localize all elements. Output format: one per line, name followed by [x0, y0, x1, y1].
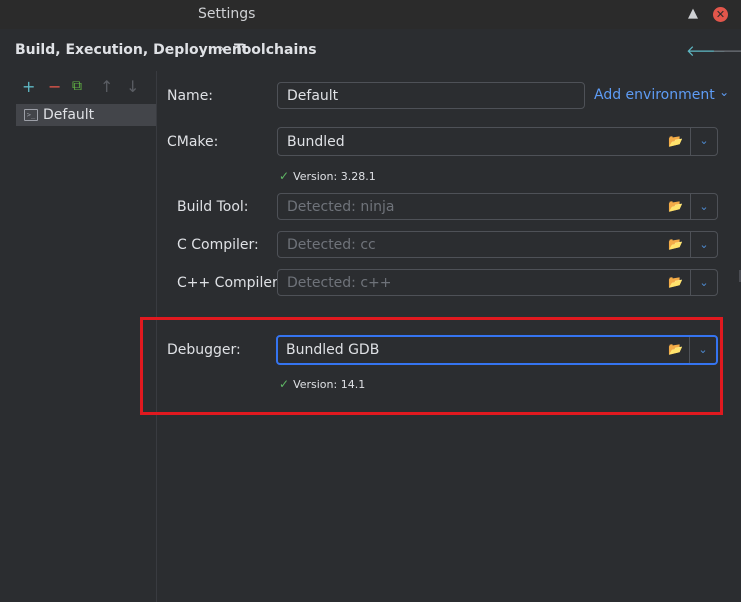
- folder-icon[interactable]: 📂: [668, 134, 683, 148]
- folder-icon[interactable]: 📂: [668, 199, 683, 213]
- dropdown-arrow-icon[interactable]: ⌄: [690, 194, 717, 219]
- build-tool-combo[interactable]: Detected: ninja 📂 ⌄: [277, 193, 718, 220]
- cmake-label: CMake:: [167, 134, 219, 150]
- add-environment-label: Add environment: [594, 87, 715, 103]
- build-tool-label: Build Tool:: [177, 199, 249, 215]
- name-field-value: Default: [287, 88, 339, 104]
- name-field[interactable]: Default: [277, 82, 585, 109]
- folder-icon[interactable]: 📂: [668, 237, 683, 251]
- c-compiler-combo[interactable]: Detected: cc 📂 ⌄: [277, 231, 718, 258]
- breadcrumb: Build, Execution, Deployment › Toolchain…: [0, 29, 741, 71]
- c-compiler-placeholder: Detected: cc: [287, 237, 376, 253]
- add-icon[interactable]: +: [22, 77, 35, 96]
- check-icon: ✓: [279, 377, 290, 391]
- cmake-combo-value: Bundled: [287, 134, 345, 150]
- window-title: Settings: [198, 6, 256, 22]
- move-up-icon[interactable]: ↑: [100, 77, 113, 96]
- toolchain-list-panel: + − ⧉ ↑ ↓ >_ Default: [15, 71, 157, 602]
- minimize-icon[interactable]: ▲: [688, 6, 698, 21]
- breadcrumb-separator-icon: ›: [219, 41, 225, 57]
- move-down-icon[interactable]: ↓: [126, 77, 139, 96]
- cpp-compiler-label: C++ Compiler:: [177, 275, 283, 291]
- debugger-label: Debugger:: [167, 342, 241, 358]
- terminal-icon: >_: [24, 109, 38, 121]
- toolchain-list-item-label: Default: [43, 107, 95, 123]
- c-compiler-label: C Compiler:: [177, 237, 259, 253]
- dropdown-arrow-icon[interactable]: ⌄: [689, 337, 716, 363]
- check-icon: ✓: [279, 169, 290, 183]
- dropdown-arrow-icon[interactable]: ⌄: [690, 232, 717, 257]
- dropdown-arrow-icon[interactable]: ⌄: [690, 128, 717, 155]
- cmake-version-text: Version: 3.28.1: [293, 170, 376, 183]
- debugger-combo-value: Bundled GDB: [286, 342, 380, 358]
- cpp-compiler-placeholder: Detected: c++: [287, 275, 392, 291]
- forward-arrow-icon[interactable]: 🡒: [712, 41, 741, 60]
- dropdown-arrow-icon[interactable]: ⌄: [690, 270, 717, 295]
- debugger-highlight-box: [140, 317, 723, 415]
- toolchain-list-toolbar: + − ⧉ ↑ ↓: [15, 71, 156, 101]
- add-environment-link[interactable]: Add environment ⌄: [594, 85, 730, 103]
- breadcrumb-parent[interactable]: Build, Execution, Deployment: [15, 42, 249, 58]
- remove-icon[interactable]: −: [48, 77, 61, 96]
- debugger-version-text: Version: 14.1: [293, 378, 366, 391]
- folder-icon[interactable]: 📂: [668, 275, 683, 289]
- cpp-compiler-combo[interactable]: Detected: c++ 📂 ⌄: [277, 269, 718, 296]
- close-icon[interactable]: ✕: [713, 7, 728, 22]
- name-label: Name:: [167, 88, 214, 104]
- chevron-down-icon: ⌄: [719, 85, 730, 99]
- toolchain-list-item-default[interactable]: >_ Default: [16, 104, 156, 126]
- window-titlebar: Settings ▲ ✕: [0, 0, 741, 29]
- copy-icon[interactable]: ⧉: [72, 78, 82, 94]
- breadcrumb-current: Toolchains: [234, 42, 317, 58]
- debugger-version: ✓ Version: 14.1: [279, 377, 365, 391]
- cmake-combo[interactable]: Bundled 📂 ⌄: [277, 127, 718, 156]
- build-tool-placeholder: Detected: ninja: [287, 199, 395, 215]
- folder-icon[interactable]: 📂: [668, 342, 683, 356]
- debugger-combo[interactable]: Bundled GDB 📂 ⌄: [276, 335, 718, 365]
- cmake-version: ✓ Version: 3.28.1: [279, 169, 376, 183]
